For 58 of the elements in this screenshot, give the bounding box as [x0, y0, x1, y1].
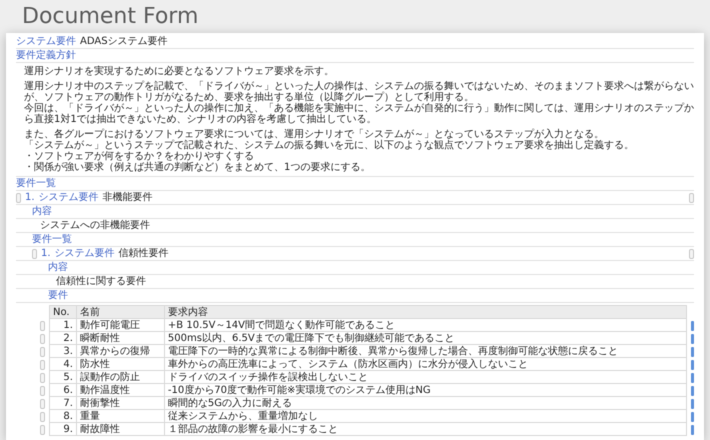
column-header: No.: [50, 306, 76, 318]
table-cell: 誤動作の防止: [76, 370, 164, 384]
paragraph: 今回は、「ドライバが～」といった人の操作に加え、「ある機能を実施中に、システムが自発的に行う」動作に関しては、運用シナリオのステップから直接1対1では抽出できないため、シナリオの内容を考慮して抽出している。: [24, 103, 694, 125]
table-cell: ドライバのスイッチ操作を誤検出しないこと: [164, 370, 686, 384]
item-number: 1.: [41, 248, 51, 259]
paragraph: ・関係が強い要求（例えば共通の判断など）をまとめて、1つの要求にする。: [24, 162, 372, 173]
table-cell: 動作温度性: [76, 384, 164, 396]
content-heading: 内容: [32, 206, 52, 217]
table-cell: 4.: [50, 358, 76, 370]
table-cell: 6.: [50, 384, 76, 396]
table-cell: 5.: [50, 370, 76, 384]
section-heading: 要件定義方針: [16, 50, 76, 61]
content-text: 信頼性に関する要件: [56, 276, 146, 287]
table-cell: 耐衝撃性: [76, 396, 164, 410]
item-label[interactable]: システム要件: [54, 248, 115, 259]
table-cell: 動作可能電圧: [76, 318, 164, 332]
content-heading: 内容: [48, 262, 68, 273]
paragraph: 運用シナリオ中のステップを記載で、「ドライバが～」といった人の操作は、システムの振る舞いではないため、そのままソフト要求へは繋がらないが、ソフトウェアの動作トリガがなるため、要求を抽出する単位（以降グループ）として利用する。: [24, 81, 694, 103]
item-label[interactable]: システム要件: [38, 192, 99, 203]
table-cell: 7.: [50, 396, 76, 410]
paragraph: ・ソフトウェアが何をするか？をわかりやすくする: [24, 151, 255, 162]
drag-handle-icon[interactable]: [689, 192, 694, 202]
column-header: 名前: [76, 306, 164, 318]
table-heading: 要件: [48, 290, 68, 301]
item-title: 信頼性要件: [118, 248, 169, 259]
item-title: 非機能要件: [102, 192, 153, 203]
item-number: 1.: [25, 192, 35, 203]
table-cell: -10度から70度で動作可能※実環境でのシステム使用はNG: [164, 384, 686, 396]
column-header: 要求内容: [164, 306, 686, 318]
table-cell: 電圧降下の一時的な異常による制御中断後、異常から復帰した場合、再度制御可能な状態に戻ること: [164, 344, 686, 358]
section-heading: 要件一覧: [16, 178, 56, 189]
content-text: システムへの非機能要件: [40, 220, 150, 231]
drag-handle-icon[interactable]: [689, 248, 694, 258]
table-cell: 8.: [50, 410, 76, 422]
table-cell: １部品の故障の影響を最小にすること: [164, 422, 686, 436]
table-cell: 従来システムから、重量増加なし: [164, 410, 686, 422]
table-cell: 耐故障性: [76, 422, 164, 436]
table-cell: 瞬断耐性: [76, 332, 164, 344]
paragraph: 運用シナリオを実現するために必要となるソフトウェア要求を示す。: [24, 66, 335, 77]
table-cell: 防水性: [76, 358, 164, 370]
table-cell: 3.: [50, 344, 76, 358]
table-cell: 9.: [50, 422, 76, 436]
table-cell: 2.: [50, 332, 76, 344]
document-title: ADASシステム要件: [80, 36, 168, 47]
drag-handle-icon[interactable]: [32, 248, 37, 258]
list-heading: 要件一覧: [32, 234, 72, 245]
paragraph: また、各グループにおけるソフトウェア要求については、運用シナリオで「システムが～」となっているステップが入力となる。: [24, 129, 605, 140]
table-cell: +B 10.5V～14V間で問題なく動作可能であること: [164, 318, 686, 332]
table-cell: 瞬間的な5Gの入力に耐える: [164, 396, 686, 410]
table-cell: 車外からの高圧洗車によって、システム（防水区画内）に水分が侵入しないこと: [164, 358, 686, 370]
document-label[interactable]: システム要件: [16, 36, 76, 47]
table-cell: 重量: [76, 410, 164, 422]
table-cell: 1.: [50, 318, 76, 332]
table-cell: 異常からの復帰: [76, 344, 164, 358]
paragraph: 「システムが～」というステップで記載された、システムの振る舞いを元に、以下のような観点でソフトウェア要求を抽出し定義する。: [24, 140, 635, 151]
page-title: Document Form: [22, 4, 200, 30]
table-cell: 500ms以内、6.5Vまでの電圧降下でも制御継続可能であること: [164, 332, 686, 344]
drag-handle-icon[interactable]: [16, 192, 21, 202]
